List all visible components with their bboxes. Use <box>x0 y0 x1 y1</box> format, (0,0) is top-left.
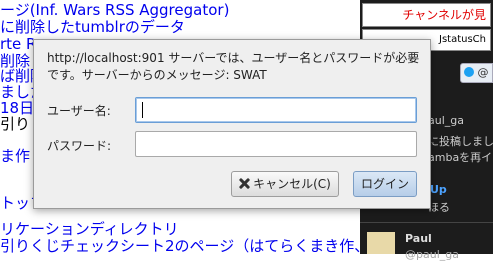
twitter-follow-button[interactable]: @ <box>460 63 493 83</box>
login-button-label: ログイン <box>360 177 409 191</box>
cancel-button-label: キャンセル(C) <box>253 177 331 191</box>
bg-link-line[interactable]: 引りくじチェックシート2のページ（はてらくまき作、Paul <box>0 238 360 255</box>
user-name[interactable]: Paul <box>405 232 432 245</box>
cancel-button[interactable]: キャンセル(C) <box>231 171 339 197</box>
user-handle: @paul_ga <box>405 248 459 261</box>
twitter-bird-icon <box>464 67 474 77</box>
tweet-text: ほる <box>428 201 450 214</box>
auth-dialog: http://localhost:901 サーバーでは、ユーザー名とパスワードが… <box>33 39 431 209</box>
username-label: ユーザー名: <box>47 104 111 118</box>
tweet-link[interactable]: Up <box>430 183 447 196</box>
username-input[interactable] <box>135 97 417 123</box>
text-caret <box>142 102 143 118</box>
bg-link-line[interactable]: ージ(Inf. Wars RSS Aggregator) <box>0 2 229 19</box>
password-label: パスワード: <box>47 139 112 153</box>
channel-alert: チャンネルが見 <box>362 3 491 27</box>
bg-link-line[interactable]: rte R <box>0 36 36 53</box>
bg-link-line[interactable]: に削除したtumblrのデータ <box>0 19 185 36</box>
close-icon <box>239 178 250 189</box>
bg-link-line[interactable]: ま作 <box>0 148 30 165</box>
avatar[interactable] <box>367 232 395 254</box>
dialog-message: http://localhost:901 サーバーでは、ユーザー名とパスワードが… <box>47 51 420 82</box>
login-button[interactable]: ログイン <box>353 171 417 197</box>
tweet-text: に投稿しまし <box>428 135 493 148</box>
password-input[interactable] <box>135 131 417 157</box>
sidebar-divider <box>360 222 493 223</box>
bg-link-line[interactable]: リケーションディレクトリ <box>0 221 179 238</box>
twitter-handle-label: @ <box>477 66 489 79</box>
tweet-text: aul_ga <box>428 114 464 127</box>
tweet-text: ambaを再イ <box>428 151 493 164</box>
